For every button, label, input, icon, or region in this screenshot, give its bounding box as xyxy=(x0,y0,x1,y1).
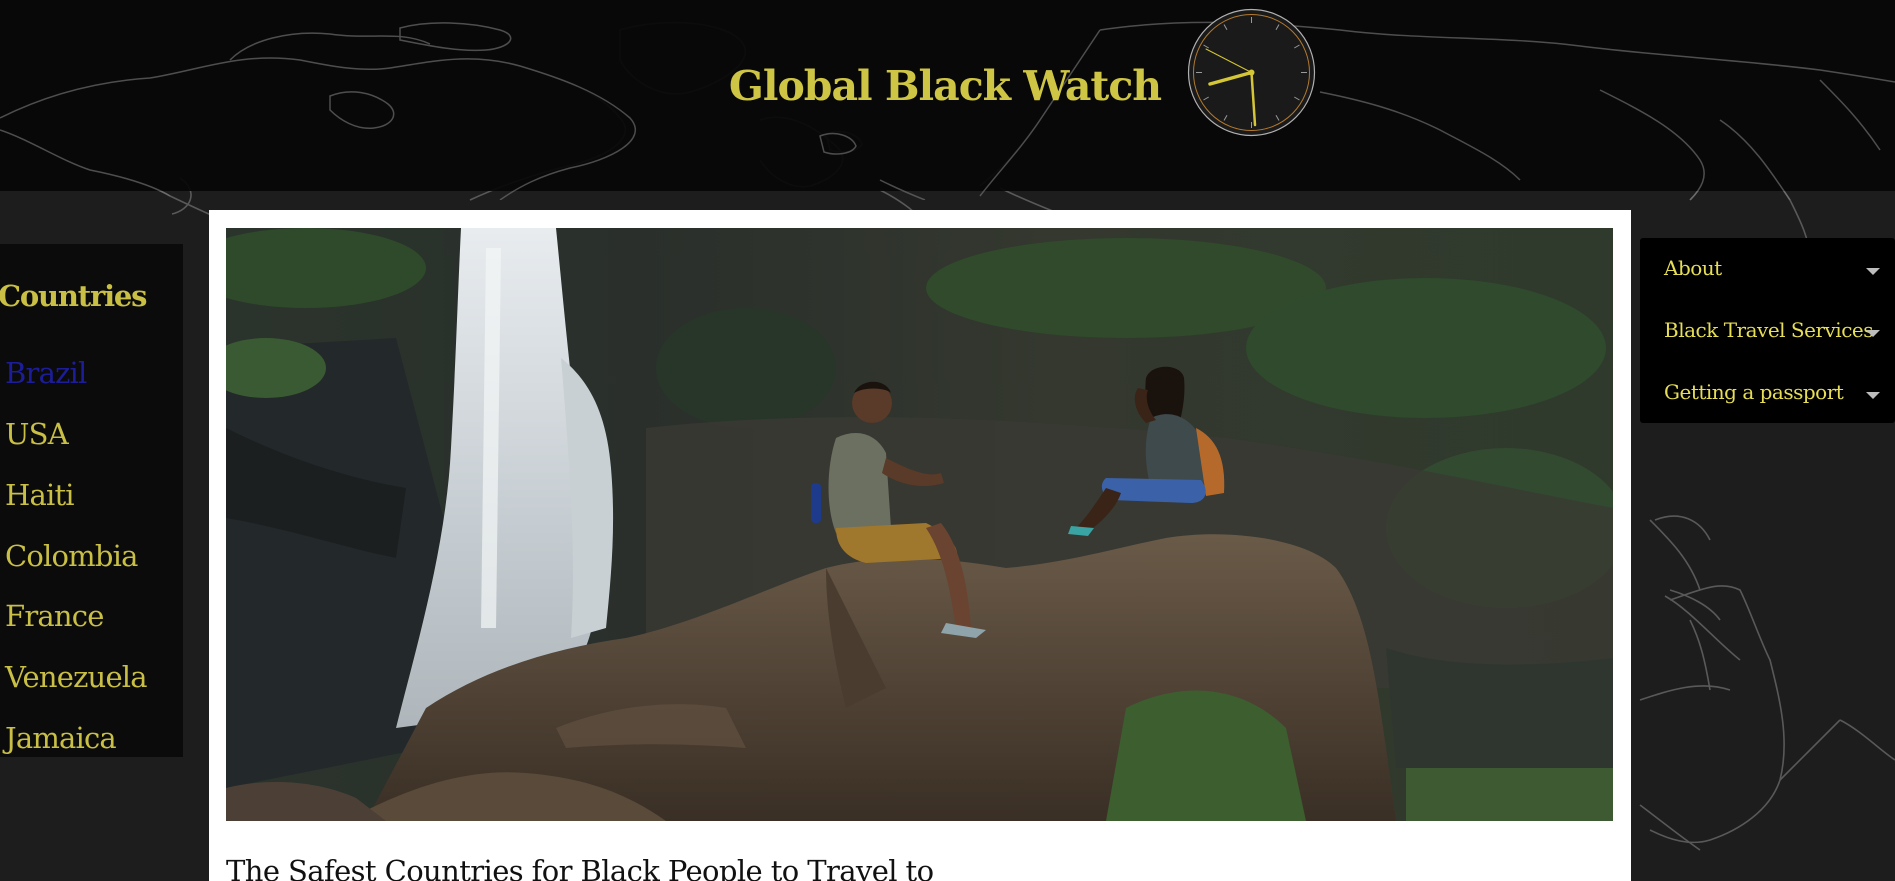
menu-item-label: Black Travel Services xyxy=(1664,318,1874,342)
menu-item-getting-a-passport[interactable]: Getting a passport xyxy=(1664,374,1884,414)
menu-item-label: Getting a passport xyxy=(1664,380,1844,404)
waterfall-travelers-photo xyxy=(226,228,1613,821)
caret-down-icon[interactable] xyxy=(1866,268,1880,275)
page: Global Black Watch Countries Brazil USA … xyxy=(0,0,1895,881)
menu-item-about[interactable]: About xyxy=(1664,250,1884,290)
menu-item-label: About xyxy=(1664,256,1722,280)
nav-menu: About Black Travel Services Getting a pa… xyxy=(1640,238,1895,423)
analog-clock-icon xyxy=(1187,8,1316,137)
caret-down-icon[interactable] xyxy=(1866,392,1880,399)
caret-down-icon[interactable] xyxy=(1866,330,1880,337)
country-link-haiti[interactable]: Haiti xyxy=(5,478,75,512)
hero-photo xyxy=(226,228,1613,821)
country-link-venezuela[interactable]: Venezuela xyxy=(5,660,148,694)
country-link-jamaica[interactable]: Jamaica xyxy=(5,721,117,755)
country-link-brazil[interactable]: Brazil xyxy=(5,356,87,390)
menu-item-black-travel-services[interactable]: Black Travel Services xyxy=(1664,312,1884,352)
site-title[interactable]: Global Black Watch xyxy=(720,62,1170,110)
article-card: The Safest Countries for Black People to… xyxy=(209,210,1631,881)
countries-sidebar: Countries Brazil USA Haiti Colombia Fran… xyxy=(0,244,183,757)
country-link-colombia[interactable]: Colombia xyxy=(5,539,138,573)
countries-heading: Countries xyxy=(0,279,147,313)
country-link-usa[interactable]: USA xyxy=(5,417,69,451)
article-title[interactable]: The Safest Countries for Black People to… xyxy=(226,854,934,881)
country-link-france[interactable]: France xyxy=(5,599,104,633)
